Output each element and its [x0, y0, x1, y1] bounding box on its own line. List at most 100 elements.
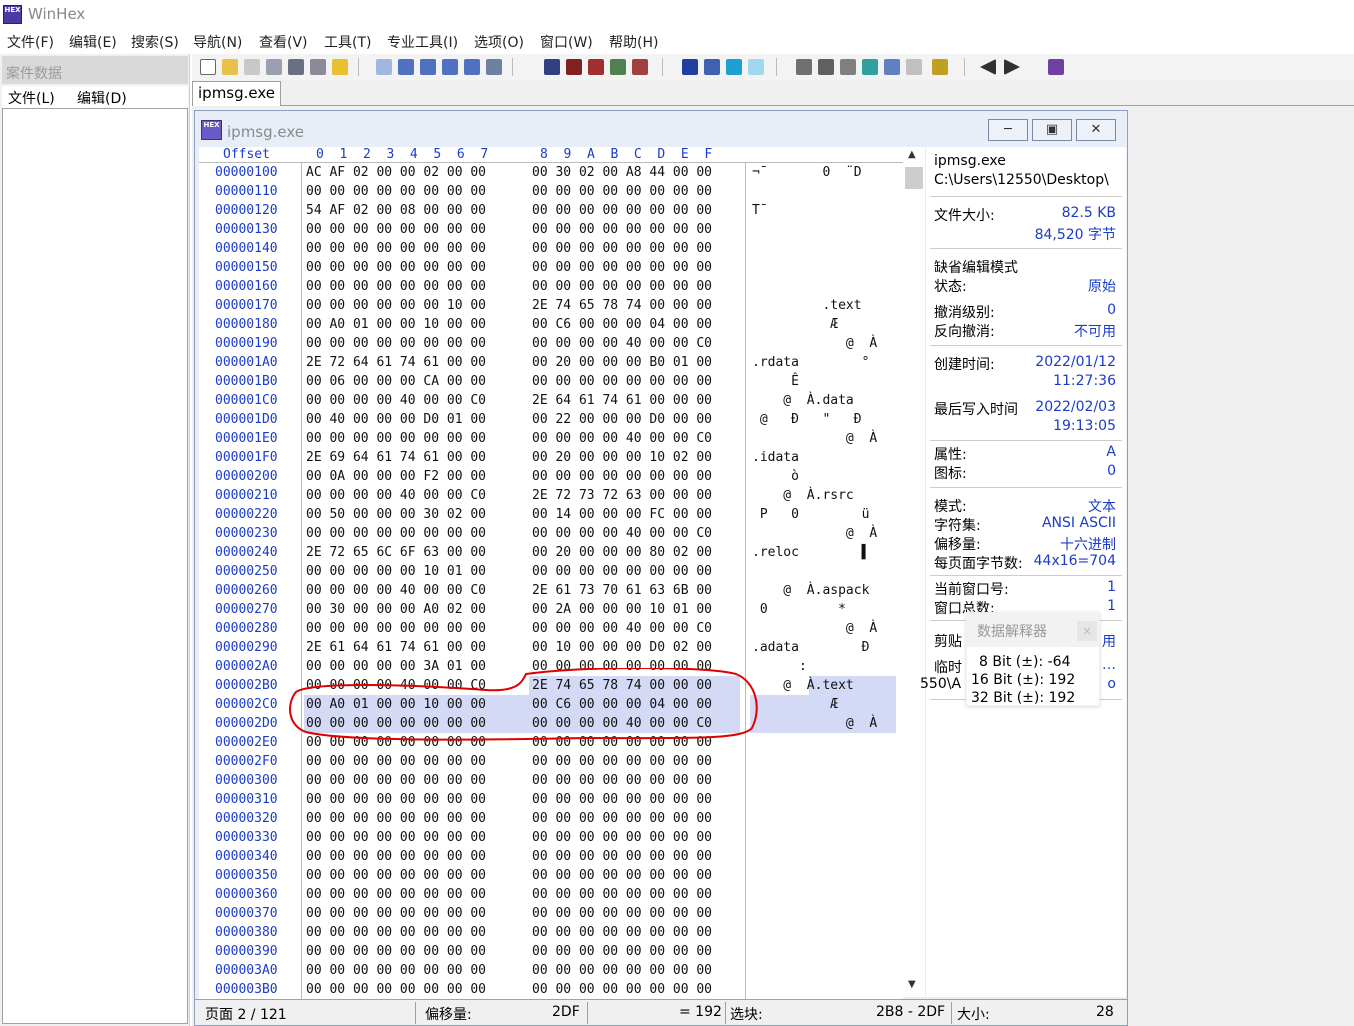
paste-block-icon[interactable] — [464, 59, 480, 75]
back-arrow-icon[interactable] — [726, 59, 742, 75]
hex-row[interactable]: 00000370 00 00 00 00 00 00 00 00 00 00 00 … — [199, 904, 903, 923]
prev-icon[interactable] — [980, 59, 996, 75]
binary-icon[interactable] — [486, 59, 502, 75]
analyze-icon[interactable] — [906, 59, 922, 75]
menu-window[interactable]: 窗口(W) — [540, 32, 593, 52]
hash-icon[interactable] — [884, 59, 900, 75]
hex-row[interactable]: 000002B0 00 00 00 00 40 00 00 C0 2E 74 65 … — [199, 676, 903, 695]
tool-icon[interactable] — [840, 59, 856, 75]
hex-row[interactable]: 00000250 00 00 00 00 00 10 01 00 00 00 00 … — [199, 562, 903, 581]
paste-icon[interactable] — [442, 59, 458, 75]
hex-row[interactable]: 00000120 54 AF 02 00 08 00 00 00 00 00 00 … — [199, 201, 903, 220]
hex-row[interactable]: 00000300 00 00 00 00 00 00 00 00 00 00 00 … — [199, 771, 903, 790]
next-icon[interactable] — [1004, 59, 1020, 75]
hex-row[interactable]: 00000360 00 00 00 00 00 00 00 00 00 00 00 … — [199, 885, 903, 904]
menu-pro-tools[interactable]: 专业工具(I) — [387, 32, 458, 52]
hex-row[interactable]: 00000270 00 30 00 00 00 A0 02 00 00 2A 00 … — [199, 600, 903, 619]
hex-row[interactable]: 00000380 00 00 00 00 00 00 00 00 00 00 00 … — [199, 923, 903, 942]
menu-options[interactable]: 选项(O) — [474, 32, 524, 52]
calculator-icon[interactable] — [862, 59, 878, 75]
hex-row[interactable]: 000002D0 00 00 00 00 00 00 00 00 00 00 00 … — [199, 714, 903, 733]
hex-row[interactable]: 000001B0 00 06 00 00 00 CA 00 00 00 00 00 … — [199, 372, 903, 391]
case-tree[interactable] — [2, 108, 188, 1024]
new-file-icon[interactable] — [200, 59, 216, 75]
open-folder-icon[interactable] — [332, 59, 348, 75]
menu-file[interactable]: 文件(F) — [7, 32, 54, 52]
hex-row[interactable]: 00000240 2E 72 65 6C 6F 63 00 00 00 20 00 … — [199, 543, 903, 562]
hex-row[interactable]: 000002F0 00 00 00 00 00 00 00 00 00 00 00 … — [199, 752, 903, 771]
forward-arrow-icon[interactable] — [748, 59, 764, 75]
hex-row[interactable]: 000002A0 00 00 00 00 00 3A 01 00 00 00 00 … — [199, 657, 903, 676]
hex-row[interactable]: 00000390 00 00 00 00 00 00 00 00 00 00 00 … — [199, 942, 903, 961]
vertical-scrollbar[interactable]: ▲ ▼ — [903, 147, 925, 997]
hex-row[interactable]: 00000130 00 00 00 00 00 00 00 00 00 00 00 … — [199, 220, 903, 239]
hex-row[interactable]: 000003B0 00 00 00 00 00 00 00 00 00 00 00 … — [199, 980, 903, 999]
scroll-down-icon[interactable]: ▼ — [908, 979, 916, 990]
print-icon[interactable] — [288, 59, 304, 75]
hex-row[interactable]: 00000330 00 00 00 00 00 00 00 00 00 00 00 … — [199, 828, 903, 847]
hex-row[interactable]: 00000310 00 00 00 00 00 00 00 00 00 00 00 … — [199, 790, 903, 809]
hex-row[interactable]: 00000190 00 00 00 00 00 00 00 00 00 00 00 … — [199, 334, 903, 353]
case-menu-file[interactable]: 文件(L) — [8, 88, 55, 108]
hex-row[interactable]: 000001C0 00 00 00 00 40 00 00 C0 2E 64 61 … — [199, 391, 903, 410]
find-text-icon[interactable] — [544, 59, 560, 75]
goto-sector-icon[interactable] — [704, 59, 720, 75]
hex-row[interactable]: 00000200 00 0A 00 00 00 F2 00 00 00 00 00 … — [199, 467, 903, 486]
hex-row[interactable]: 000001A0 2E 72 64 61 74 61 00 00 00 20 00 … — [199, 353, 903, 372]
restore-button[interactable]: ▣ — [1032, 119, 1072, 141]
menu-view[interactable]: 查看(V) — [259, 32, 308, 52]
hex-row[interactable]: 00000160 00 00 00 00 00 00 00 00 00 00 00 … — [199, 277, 903, 296]
hex-row[interactable]: 00000290 2E 61 64 61 74 61 00 00 00 10 00 … — [199, 638, 903, 657]
hex-row[interactable]: 000001D0 00 40 00 00 00 D0 01 00 00 22 00 … — [199, 410, 903, 429]
copy-block-icon[interactable] — [420, 59, 436, 75]
close-button[interactable]: ✕ — [1076, 119, 1116, 141]
hex-row[interactable]: 000003A0 00 00 00 00 00 00 00 00 00 00 00 … — [199, 961, 903, 980]
case-menu-edit[interactable]: 编辑(D) — [77, 88, 127, 108]
menu-edit[interactable]: 编辑(E) — [69, 32, 117, 52]
hex-editor[interactable]: Offset 0 1 2 3 4 5 6 7 8 9 A B C D E F 000… — [199, 147, 903, 1025]
find-hex-icon[interactable] — [566, 59, 582, 75]
copy-icon[interactable] — [398, 59, 414, 75]
open-file-icon[interactable] — [222, 59, 238, 75]
replace-text-icon[interactable] — [588, 59, 604, 75]
hex-row[interactable]: 000002E0 00 00 00 00 00 00 00 00 00 00 00 … — [199, 733, 903, 752]
menu-search[interactable]: 搜索(S) — [131, 32, 179, 52]
hex-row[interactable]: 00000230 00 00 00 00 00 00 00 00 00 00 00 … — [199, 524, 903, 543]
hex-row[interactable]: 00000220 00 50 00 00 00 30 02 00 00 14 00 … — [199, 505, 903, 524]
hex-row[interactable]: 00000340 00 00 00 00 00 00 00 00 00 00 00 … — [199, 847, 903, 866]
replace-hex-icon[interactable] — [610, 59, 626, 75]
hex-row[interactable]: 00000320 00 00 00 00 00 00 00 00 00 00 00 … — [199, 809, 903, 828]
ram-icon[interactable] — [818, 59, 834, 75]
hex-row[interactable]: 00000260 00 00 00 00 40 00 00 C0 2E 61 73 … — [199, 581, 903, 600]
disk-icon[interactable] — [796, 59, 812, 75]
scroll-up-icon[interactable]: ▲ — [908, 149, 916, 160]
hex-row[interactable]: 00000350 00 00 00 00 00 00 00 00 00 00 00 … — [199, 866, 903, 885]
properties-icon[interactable] — [310, 59, 326, 75]
hex-row[interactable]: 00000280 00 00 00 00 00 00 00 00 00 00 00 … — [199, 619, 903, 638]
menu-help[interactable]: 帮助(H) — [609, 32, 658, 52]
minimize-button[interactable]: ─ — [988, 119, 1028, 141]
hex-row[interactable]: 000001E0 00 00 00 00 00 00 00 00 00 00 00 … — [199, 429, 903, 448]
save-as-icon[interactable] — [266, 59, 282, 75]
hex-row[interactable]: 00000140 00 00 00 00 00 00 00 00 00 00 00 … — [199, 239, 903, 258]
hex-row[interactable]: 00000110 00 00 00 00 00 00 00 00 00 00 00 … — [199, 182, 903, 201]
help-book-icon[interactable] — [1048, 59, 1064, 75]
hex-row[interactable]: 00000150 00 00 00 00 00 00 00 00 00 00 00 … — [199, 258, 903, 277]
options-icon[interactable] — [932, 59, 948, 75]
menu-navigate[interactable]: 导航(N) — [193, 32, 242, 52]
hex-row[interactable]: 00000100 AC AF 02 00 00 02 00 00 00 30 02 … — [199, 163, 903, 182]
hex-row[interactable]: 00000180 00 A0 01 00 00 10 00 00 00 C6 00 … — [199, 315, 903, 334]
menu-tools[interactable]: 工具(T) — [324, 32, 371, 52]
hex-row[interactable]: 00000210 00 00 00 00 40 00 00 C0 2E 72 73 … — [199, 486, 903, 505]
hex-row[interactable]: 00000170 00 00 00 00 00 00 10 00 2E 74 65 … — [199, 296, 903, 315]
hex-row[interactable]: 000002C0 00 A0 01 00 00 10 00 00 00 C6 00 … — [199, 695, 903, 714]
goto-offset-icon[interactable] — [682, 59, 698, 75]
tab-ipmsg[interactable]: ipmsg.exe — [192, 81, 281, 107]
save-icon[interactable] — [244, 59, 260, 75]
interpreter-close-icon[interactable]: × — [1077, 621, 1097, 641]
scroll-thumb[interactable] — [905, 167, 923, 189]
hex-row[interactable]: 000001F0 2E 69 64 61 74 61 00 00 00 20 00 … — [199, 448, 903, 467]
find-again-icon[interactable] — [632, 59, 648, 75]
document-title-bar[interactable]: HEX ipmsg.exe ─ ▣ ✕ — [195, 111, 1127, 147]
undo-icon[interactable] — [376, 59, 392, 75]
